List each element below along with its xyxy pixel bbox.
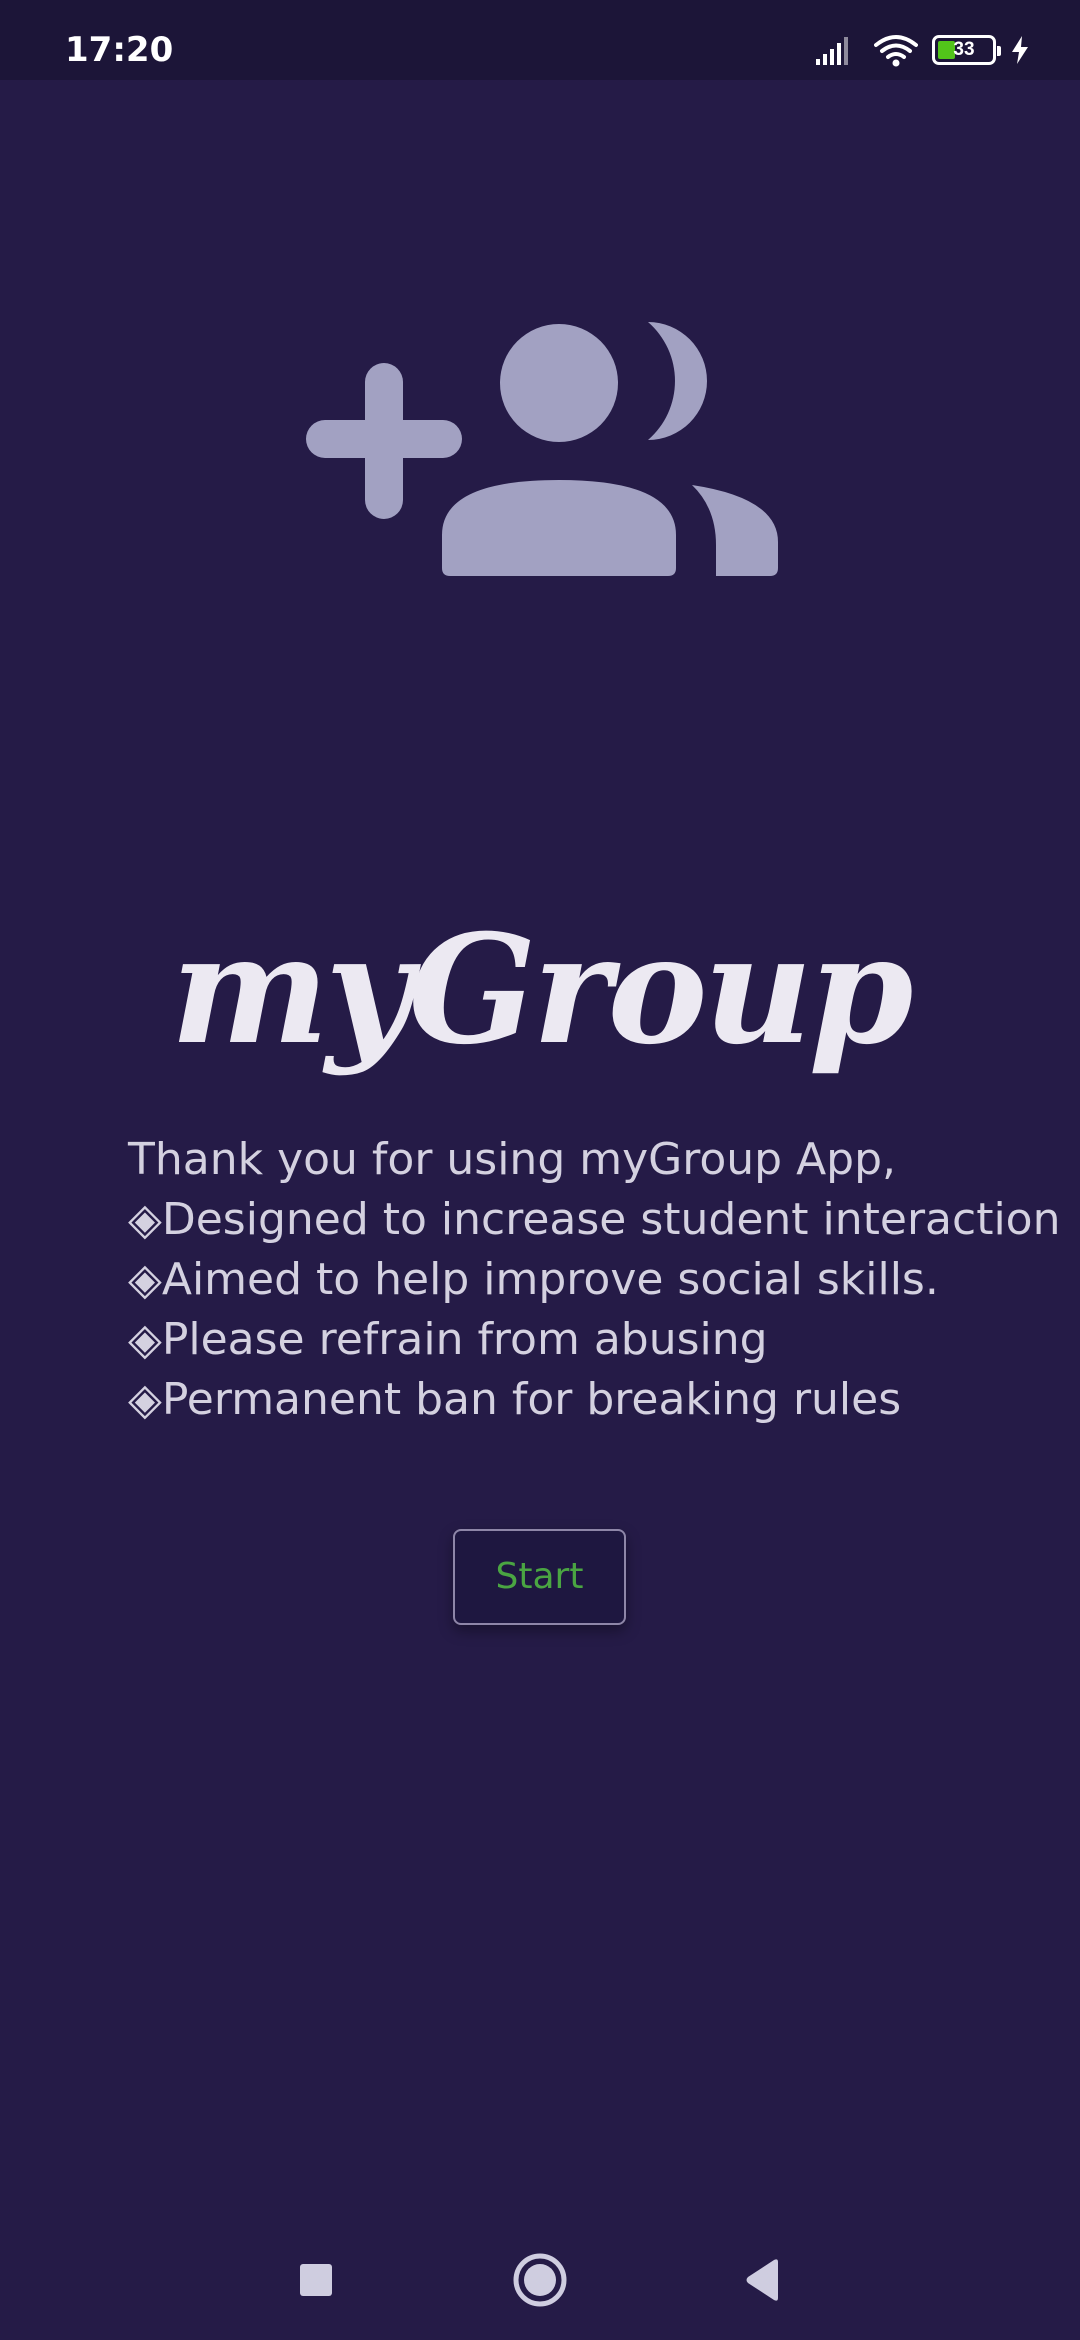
intro-text: Thank you for using myGroup App, ◈Design… — [128, 1130, 1061, 1430]
recents-square-icon — [300, 2264, 332, 2296]
intro-line: ◈Please refrain from abusing — [128, 1314, 768, 1365]
battery-level: 33 — [953, 39, 975, 60]
wifi-icon — [874, 33, 918, 67]
navigation-bar — [0, 2230, 1080, 2340]
battery-icon: 33 — [932, 35, 1001, 65]
group-add-icon — [306, 322, 778, 576]
intro-line: ◈Designed to increase student interactio… — [128, 1194, 1061, 1245]
status-time: 17:20 — [65, 30, 174, 70]
battery-cap — [997, 46, 1001, 56]
recents-button[interactable] — [266, 2230, 366, 2330]
charging-bolt-icon — [1010, 35, 1030, 65]
home-circle-icon — [513, 2253, 567, 2307]
intro-line: ◈Permanent ban for breaking rules — [128, 1374, 902, 1425]
status-bar: 17:20 33 — [0, 0, 1080, 80]
home-button[interactable] — [490, 2230, 590, 2330]
back-button[interactable] — [712, 2230, 812, 2330]
start-button[interactable]: Start — [453, 1529, 626, 1625]
status-icons: 33 — [816, 28, 1030, 72]
intro-line: ◈Aimed to help improve social skills. — [128, 1254, 939, 1305]
intro-line: Thank you for using myGroup App, — [128, 1134, 897, 1185]
back-triangle-icon — [746, 2259, 778, 2301]
signal-icon — [816, 35, 856, 65]
app-logo: myGroup — [170, 902, 914, 1078]
